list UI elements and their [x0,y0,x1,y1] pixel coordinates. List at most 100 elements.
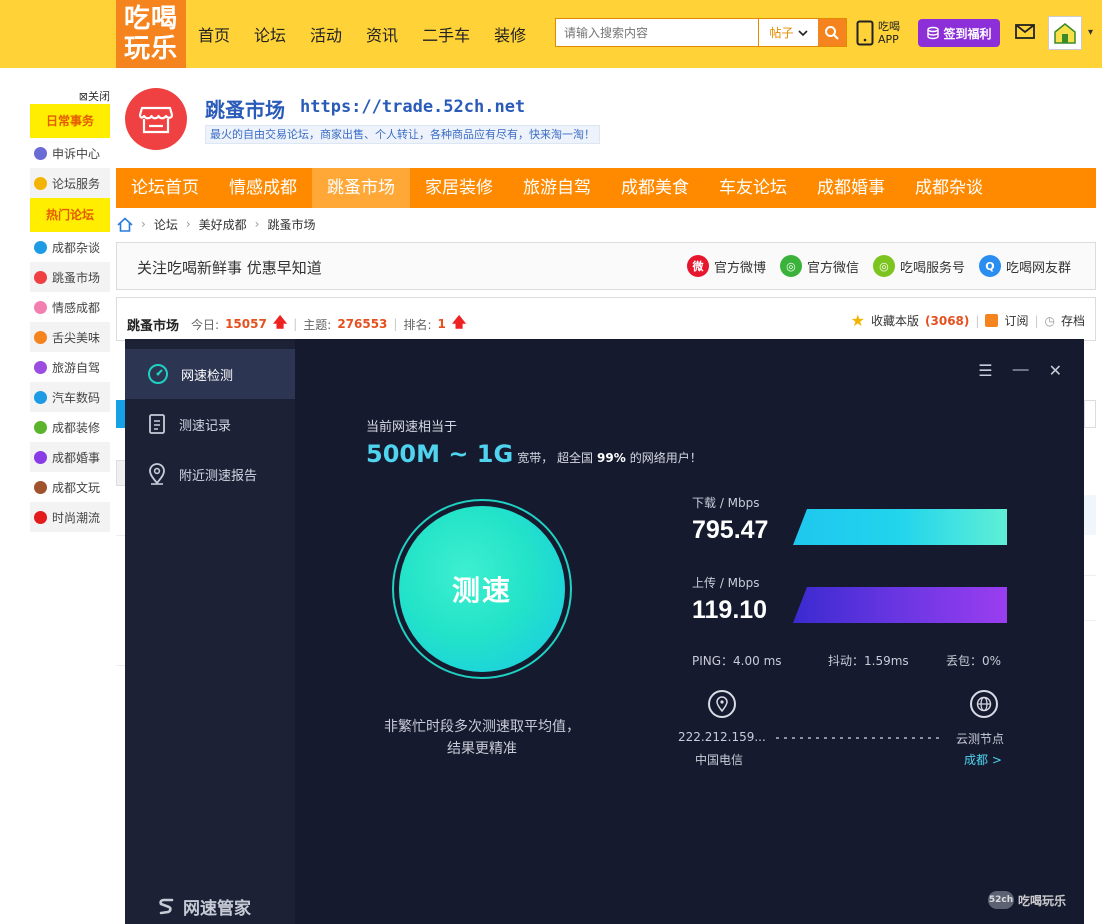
stats-forum-name: 跳蚤市场 [127,318,180,334]
qq-icon: Q [978,255,1001,277]
archive-button[interactable]: 存档 [1061,312,1085,329]
user-avatar[interactable] [1048,16,1082,50]
search-type-select[interactable]: 帖子 [758,19,818,46]
equivalent-percent: 99% [597,451,626,465]
menu-item-decoration[interactable]: 成都装修 [30,412,110,442]
car-icon [34,390,47,404]
menu-item-forum-service[interactable]: 论坛服务 [30,168,110,198]
menu-item-emotion[interactable]: 情感成都 [30,292,110,322]
forum-nav-item[interactable]: 车友论坛 [704,168,802,208]
forum-nav-item[interactable]: 论坛首页 [116,168,214,208]
menu-item-wedding[interactable]: 成都婚事 [30,442,110,472]
start-test-button[interactable]: 测速 [399,506,565,672]
menu-item-label: 汽车数码 [52,390,101,405]
breadcrumb-item[interactable]: 美好成都 [199,216,247,233]
menu-icon[interactable]: ☰ [978,361,992,381]
menu-item-label: 情感成都 [52,300,101,315]
search-input[interactable] [556,19,758,46]
forum-url[interactable]: https://trade.52ch.net [300,97,525,117]
forum-nav-item-active[interactable]: 跳蚤市场 [312,168,410,208]
qq-group-link[interactable]: Q 吃喝网友群 [978,255,1071,277]
speed-test-ring: 测速 [392,499,572,679]
service-icon [34,176,47,190]
watermark-text: 吃喝玩乐 [1018,893,1067,908]
forum-nav-item[interactable]: 家居装修 [410,168,508,208]
wechat-icon: ◎ [779,255,802,277]
service-account-label: 吃喝服务号 [899,260,965,276]
chevron-down-icon [797,29,808,36]
avatar-dropdown-icon[interactable]: ▾ [1088,27,1093,38]
menu-item-chengdu-chat[interactable]: 成都杂谈 [30,232,110,262]
search-box: 帖子 [555,18,847,47]
search-button[interactable] [818,19,846,46]
breadcrumb-item-current[interactable]: 跳蚤市场 [267,216,315,233]
app-label-line1: 吃喝 [878,20,900,33]
menu-item-flea-market[interactable]: 跳蚤市场 [30,262,110,292]
speed-test-window: 网速检测 测速记录 附近测速报告 网速管家 ☰ — ✕ 当前网速相当于 500M… [125,339,1084,924]
menu-item-antiques[interactable]: 成都文玩 [30,472,110,502]
weibo-link[interactable]: 微官方微博 [686,255,766,277]
sidebar-item-speed-check[interactable]: 网速检测 [125,349,295,399]
mail-button[interactable] [1015,24,1035,44]
forum-nav-item[interactable]: 情感成都 [214,168,312,208]
upload-label: 上传 / Mbps [692,576,760,590]
subscribe-button[interactable]: 订阅 [1004,312,1028,329]
top-nav: 首页 论坛 活动 资讯 二手车 装修 [198,0,526,68]
speedometer-icon [148,364,168,384]
forum-nav-item[interactable]: 成都美食 [606,168,704,208]
menu-item-car-digital[interactable]: 汽车数码 [30,382,110,412]
stats-divider: | [1034,313,1039,328]
menu-item-appeal[interactable]: 申诉中心 [30,138,110,168]
menu-item-label: 跳蚤市场 [52,270,101,285]
wechat-link[interactable]: ◎ 官方微信 [779,255,859,277]
breadcrumb-separator: › [185,217,191,231]
search-type-label: 帖子 [769,26,794,40]
signin-button[interactable]: 签到福利 [918,19,1000,47]
breadcrumb-item[interactable]: 论坛 [154,216,178,233]
equivalent-mid-text: 宽带， 超全国 [517,451,594,465]
menu-item-label: 论坛服务 [52,176,101,191]
service-account-link[interactable]: ◎ 吃喝服务号 [872,255,965,277]
signin-label: 签到福利 [943,26,992,41]
stats-divider: | [975,313,980,328]
close-label: 关闭 [88,90,110,103]
menu-item-label: 成都文玩 [52,480,101,495]
menu-item-travel[interactable]: 旅游自驾 [30,352,110,382]
sidebar-item-history[interactable]: 测速记录 [125,399,295,449]
menu-item-fashion[interactable]: 时尚潮流 [30,502,110,532]
today-count: 15057 [225,317,267,331]
app-download[interactable]: 吃喝 APP [856,20,900,46]
menu-item-label: 成都杂谈 [52,240,101,255]
minimize-icon[interactable]: — [1013,361,1029,381]
breadcrumb-separator: › [254,217,260,231]
nav-events[interactable]: 活动 [310,22,342,46]
nav-decoration[interactable]: 装修 [494,22,526,46]
speed-test-sidebar: 网速检测 测速记录 附近测速报告 网速管家 [125,339,295,924]
rank-label: 排名: [403,317,432,332]
menu-item-food[interactable]: 舌尖美味 [30,322,110,352]
tool-icon [34,420,47,434]
site-logo[interactable]: 吃喝 玩乐 [116,0,186,68]
close-icon[interactable]: ✕ [1049,361,1062,381]
today-label: 今日: [191,317,220,332]
favorite-count: (3068) [925,313,970,328]
forum-nav-item[interactable]: 成都婚事 [802,168,900,208]
home-icon[interactable] [117,216,133,232]
forum-nav-item[interactable]: 旅游自驾 [508,168,606,208]
close-menu-button[interactable]: ⊠关闭 [30,88,110,104]
nav-news[interactable]: 资讯 [366,22,398,46]
coin-stack-icon [927,26,940,40]
favorite-button[interactable]: 收藏本版 [871,312,919,329]
forum-nav-item[interactable]: 成都杂谈 [900,168,998,208]
background-divider [1084,575,1096,576]
nav-used-cars[interactable]: 二手车 [422,22,470,46]
nav-forum[interactable]: 论坛 [254,22,286,46]
background-row-fragment [1084,495,1096,535]
nav-home[interactable]: 首页 [198,22,230,46]
follow-links: 微官方微博 ◎ 官方微信 ◎ 吃喝服务号 Q 吃喝网友群 [686,255,1071,277]
phone-icon [856,20,874,46]
sidebar-item-nearby-report[interactable]: 附近测速报告 [125,449,295,499]
node-city-link[interactable]: 成都 > [964,751,1002,768]
menu-item-label: 成都婚事 [52,450,101,465]
local-location-icon [708,690,736,718]
